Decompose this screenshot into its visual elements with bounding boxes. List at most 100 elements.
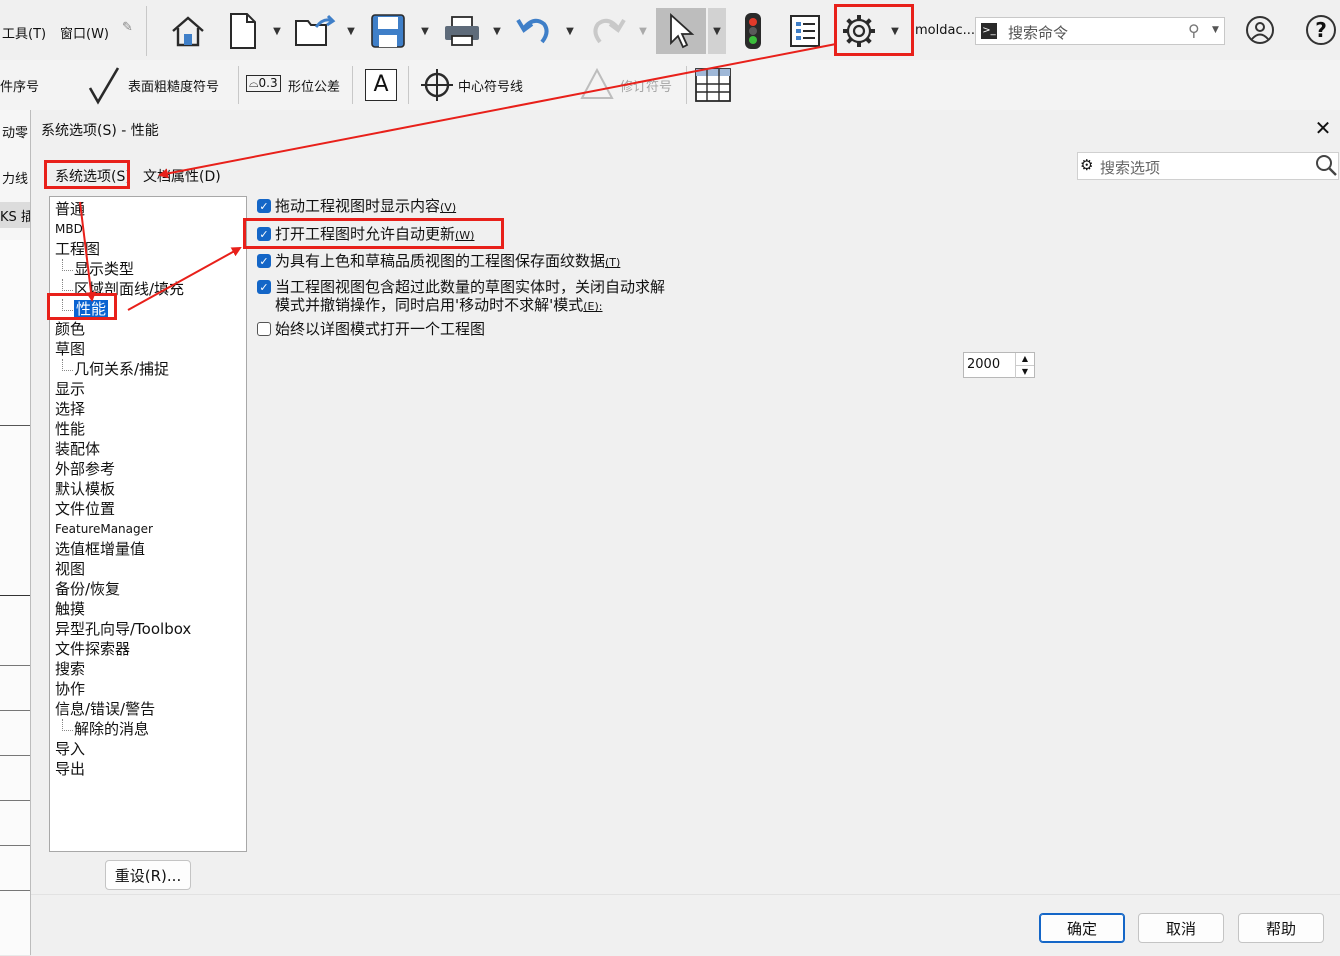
tree-node[interactable]: 性能 xyxy=(55,419,85,439)
search-command-box[interactable]: >_ 搜索命令 ⚲ ▼ xyxy=(975,17,1225,45)
tree-node[interactable]: 协作 xyxy=(55,679,85,699)
gtol-button[interactable]: 形位公差 xyxy=(288,76,340,95)
tree-node-label: FeatureManager xyxy=(55,522,153,536)
tree-node[interactable]: 选择 xyxy=(55,399,85,419)
option-label: 为具有上色和草稿品质视图的工程图保存面纹数据(T) xyxy=(275,252,621,270)
tree-node[interactable]: 搜索 xyxy=(55,659,85,679)
tree-node[interactable]: 文件位置 xyxy=(55,499,115,519)
pin-icon[interactable]: ✎ xyxy=(122,20,133,35)
options-dropdown-icon[interactable]: ▼ xyxy=(888,8,902,54)
tree-node[interactable]: 选值框增量值 xyxy=(55,539,145,559)
part-number-button[interactable]: 件序号 xyxy=(0,76,39,95)
tree-node-label: 装配体 xyxy=(55,440,101,458)
tree-node[interactable]: 性能 xyxy=(62,299,109,319)
tree-node[interactable]: 文件探索器 xyxy=(55,639,130,659)
option-row[interactable]: ✓ 拖动工程视图时显示内容(V) xyxy=(257,197,456,217)
table-icon[interactable] xyxy=(695,68,731,106)
checkbox-checked-icon[interactable]: ✓ xyxy=(257,199,271,213)
tree-node[interactable]: 装配体 xyxy=(55,439,100,459)
tree-node-label: 协作 xyxy=(55,680,86,698)
checkbox-checked-icon[interactable]: ✓ xyxy=(257,280,271,294)
tree-node[interactable]: 信息/错误/警告 xyxy=(55,699,155,719)
tree-node[interactable]: 几何关系/捕捉 xyxy=(62,359,169,379)
file-properties-icon[interactable] xyxy=(784,8,826,54)
tab-system-options[interactable]: 系统选项(S) xyxy=(55,166,131,186)
select-dropdown-icon[interactable]: ▼ xyxy=(708,8,726,54)
help-button[interactable]: 帮助 xyxy=(1238,913,1324,943)
select-icon[interactable] xyxy=(656,8,706,54)
tree-node[interactable]: FeatureManager xyxy=(55,519,153,539)
ok-button[interactable]: 确定 xyxy=(1039,913,1125,943)
open-dropdown-icon[interactable]: ▼ xyxy=(344,8,358,54)
undo-dropdown-icon[interactable]: ▼ xyxy=(563,8,577,54)
tree-node-label: 性能 xyxy=(55,420,86,438)
save-icon[interactable] xyxy=(366,8,410,54)
tree-node[interactable]: 区域剖面线/填充 xyxy=(62,279,184,299)
tree-node[interactable]: 备份/恢复 xyxy=(55,579,120,599)
tree-node[interactable]: 视图 xyxy=(55,559,85,579)
option-row[interactable]: ✓ 打开工程图时允许自动更新(W) xyxy=(257,225,474,245)
tree-node[interactable]: 颜色 xyxy=(55,319,85,339)
spinner-down-icon[interactable]: ▼ xyxy=(1015,365,1034,378)
checkbox-checked-icon[interactable]: ✓ xyxy=(257,227,271,241)
menu-tools[interactable]: 工具(T) xyxy=(2,23,46,42)
new-file-icon[interactable] xyxy=(224,8,262,54)
reset-button[interactable]: 重设(R)... xyxy=(105,860,191,890)
surface-finish-icon[interactable] xyxy=(88,66,124,110)
checkbox-checked-icon[interactable]: ✓ xyxy=(257,254,271,268)
option-row[interactable]: ✓ 当工程图视图包含超过此数量的草图实体时，关闭自动求解 模式并撤销操作，同时启用'… xyxy=(257,278,665,316)
search-options-input[interactable]: ⚙ 搜索选项 xyxy=(1077,152,1339,180)
home-icon[interactable] xyxy=(166,8,210,54)
toolbar-divider xyxy=(146,6,147,56)
help-icon[interactable]: ? xyxy=(1306,15,1336,45)
tree-node[interactable]: 异型孔向导/Toolbox xyxy=(55,619,191,639)
surface-finish-button[interactable]: 表面粗糙度符号 xyxy=(128,76,219,95)
gtol-frame-icon[interactable]: ⌓0.3 xyxy=(246,75,281,92)
open-file-icon[interactable] xyxy=(292,8,338,54)
menu-window[interactable]: 窗口(W) xyxy=(60,23,109,42)
tree-node[interactable]: MBD xyxy=(55,219,83,239)
tree-node[interactable]: 外部参考 xyxy=(55,459,115,479)
sketch-entity-threshold-spinner[interactable]: 2000 ▲ ▼ xyxy=(963,352,1035,378)
rebuild-traffic-light-icon[interactable] xyxy=(734,8,772,54)
tree-node[interactable]: 显示类型 xyxy=(62,259,134,279)
search-icon[interactable] xyxy=(1314,152,1338,182)
print-dropdown-icon[interactable]: ▼ xyxy=(490,8,504,54)
option-row[interactable]: 始终以详图模式打开一个工程图 xyxy=(257,320,485,338)
spinner-value[interactable]: 2000 xyxy=(967,357,1000,372)
tree-node[interactable]: 默认模板 xyxy=(55,479,115,499)
tree-node[interactable]: 解除的消息 xyxy=(62,719,149,739)
options-tree[interactable]: 普通 MBD 工程图 显示类型 区域剖面线/填充 性能 颜色 草图 几何关系/捕捉 显示 选择 性能装… xyxy=(49,196,247,852)
cancel-button[interactable]: 取消 xyxy=(1138,913,1224,943)
search-dropdown-icon[interactable]: ▼ xyxy=(1212,25,1219,35)
tab-document-properties[interactable]: 文档属性(D) xyxy=(143,166,221,186)
close-icon[interactable]: ✕ xyxy=(1311,116,1335,140)
tree-node[interactable]: 导出 xyxy=(55,759,85,779)
tree-node[interactable]: 工程图 xyxy=(55,239,100,259)
redo-dropdown-icon[interactable]: ▼ xyxy=(636,8,650,54)
note-icon[interactable]: A xyxy=(365,69,397,101)
option-row[interactable]: ✓ 为具有上色和草稿品质视图的工程图保存面纹数据(T) xyxy=(257,252,620,272)
tree-node[interactable]: 显示 xyxy=(55,379,85,399)
tree-node[interactable]: 导入 xyxy=(55,739,85,759)
tree-node[interactable]: 普通 xyxy=(55,199,85,219)
redo-icon[interactable] xyxy=(586,8,630,54)
tree-node[interactable]: 触摸 xyxy=(55,599,85,619)
new-dropdown-icon[interactable]: ▼ xyxy=(270,8,284,54)
sliver-item: KS 插 xyxy=(0,210,31,225)
tree-node[interactable]: 草图 xyxy=(55,339,85,359)
user-label[interactable]: moldac... xyxy=(915,23,975,38)
tree-node-label: 文件探索器 xyxy=(55,640,131,658)
center-mark-icon[interactable] xyxy=(420,68,454,106)
spinner-up-icon[interactable]: ▲ xyxy=(1015,353,1034,365)
options-gear-icon[interactable] xyxy=(838,8,880,54)
center-mark-button[interactable]: 中心符号线 xyxy=(458,76,523,95)
save-dropdown-icon[interactable]: ▼ xyxy=(418,8,432,54)
undo-icon[interactable] xyxy=(512,8,556,54)
search-icon[interactable]: ⚲ xyxy=(1188,21,1200,40)
checkbox-unchecked-icon[interactable] xyxy=(257,322,271,336)
ribbon-divider xyxy=(686,66,687,104)
user-account-icon[interactable] xyxy=(1246,16,1274,44)
print-icon[interactable] xyxy=(440,8,484,54)
search-command-placeholder[interactable]: 搜索命令 xyxy=(1008,22,1068,43)
